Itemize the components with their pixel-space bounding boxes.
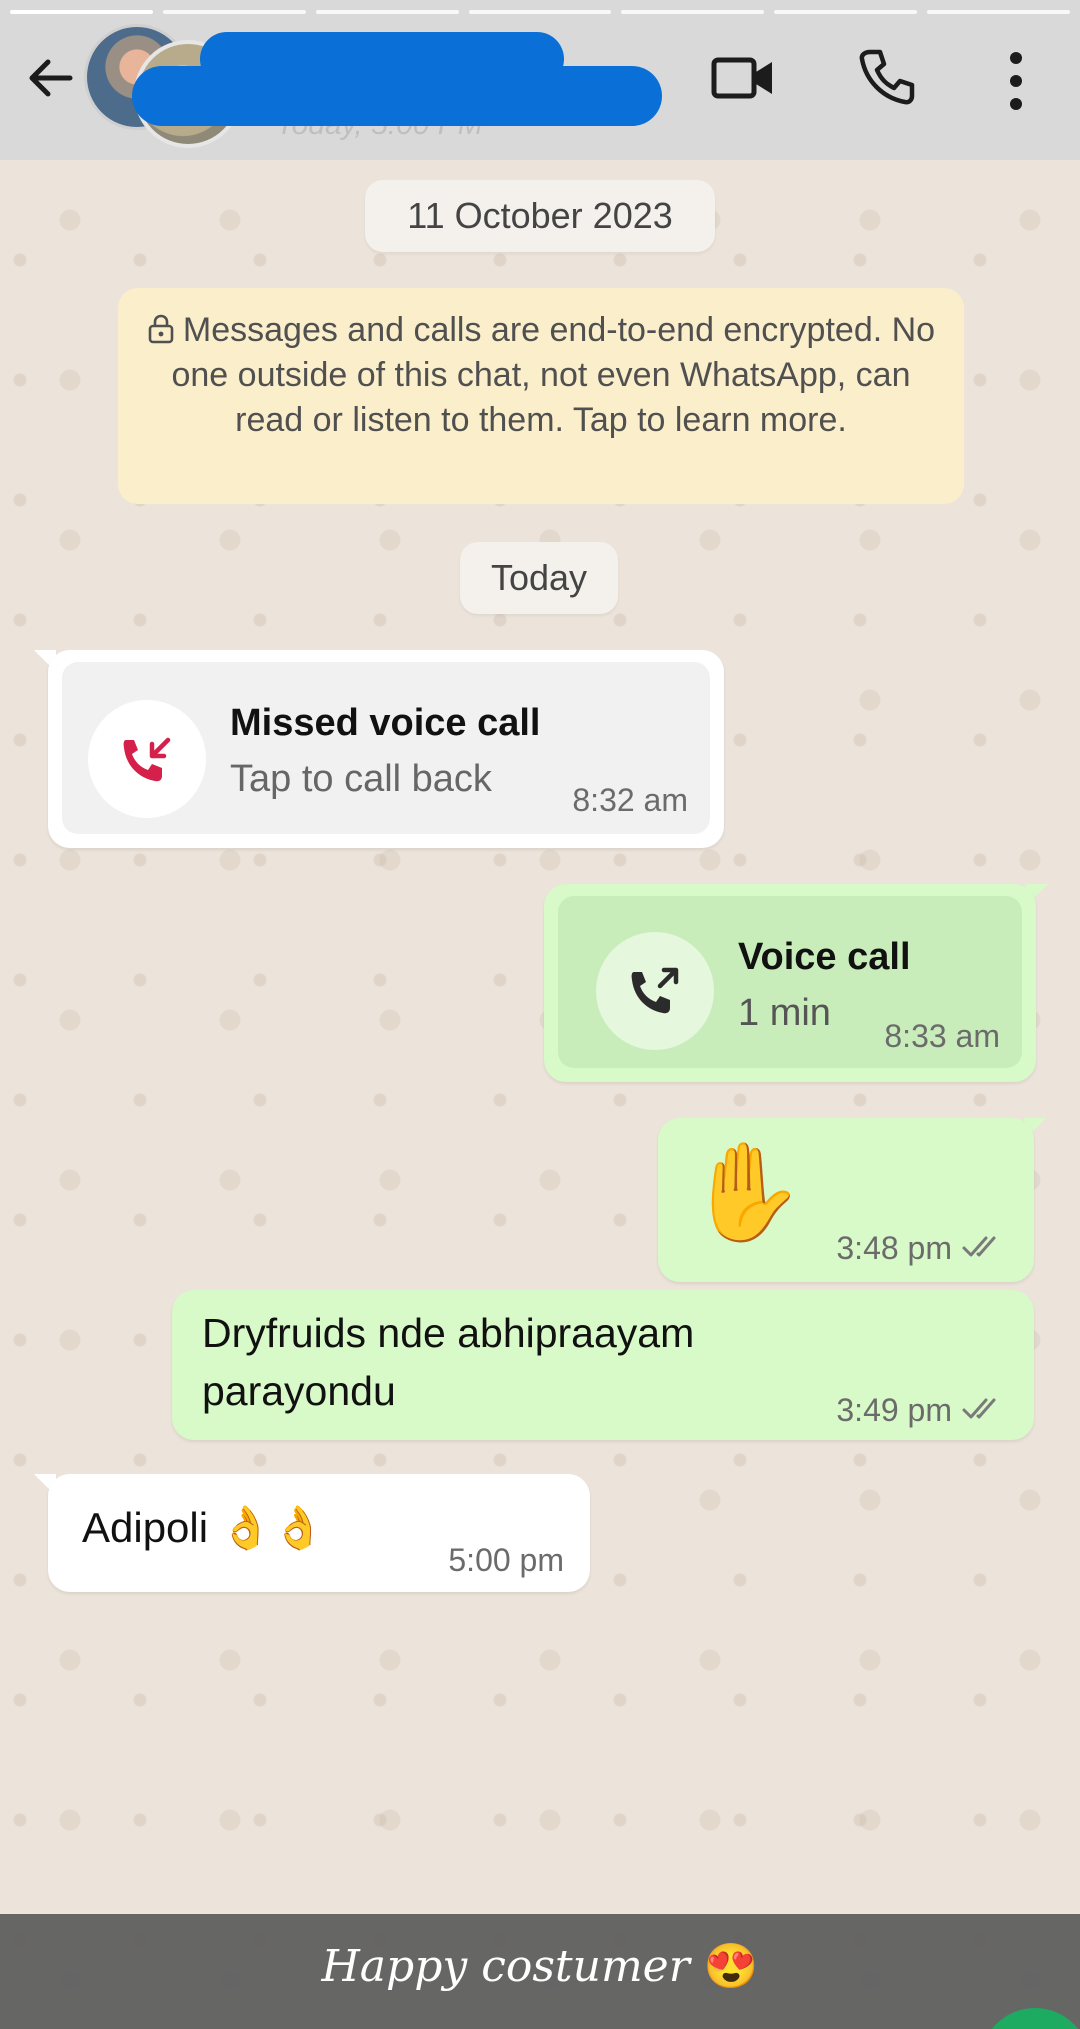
call-card: Missed voice call Tap to call back 8:32 … bbox=[62, 662, 710, 834]
caption-text: Happy costumer bbox=[321, 1941, 690, 1992]
message-time: 5:00 pm bbox=[448, 1542, 564, 1578]
status-progress-bars bbox=[10, 10, 1071, 14]
date-chip: 11 October 2023 bbox=[365, 180, 715, 252]
call-icon-circle bbox=[596, 932, 714, 1050]
message-text: Dryfruids nde abhipraayam parayondu bbox=[202, 1310, 695, 1414]
status-caption: Happy costumer 😍 bbox=[0, 1940, 1080, 1992]
read-receipt-icon bbox=[962, 1398, 996, 1419]
text-message[interactable]: Adipoli 👌👌 5:00 pm bbox=[48, 1474, 590, 1592]
video-call-icon[interactable] bbox=[710, 48, 778, 108]
voice-call-message[interactable]: Voice call 1 min 8:33 am bbox=[544, 884, 1036, 1082]
call-duration: 1 min bbox=[738, 992, 831, 1034]
today-chip: Today bbox=[460, 542, 618, 614]
back-arrow-icon[interactable] bbox=[22, 50, 78, 106]
missed-call-message[interactable]: Missed voice call Tap to call back 8:32 … bbox=[48, 650, 724, 848]
read-receipt-icon bbox=[962, 1236, 996, 1257]
raised-hand-emoji: ✋ bbox=[686, 1139, 806, 1246]
more-vert-icon[interactable] bbox=[996, 46, 1036, 116]
call-title: Voice call bbox=[738, 936, 911, 978]
missed-call-icon bbox=[123, 737, 171, 782]
chat-screen: Today, 5:00 PM 11 October 2023 Messages … bbox=[0, 0, 1080, 2029]
message-time: 3:48 pm bbox=[836, 1230, 952, 1266]
message-time: 8:33 am bbox=[884, 1018, 1000, 1054]
lock-icon bbox=[148, 314, 174, 344]
message-time: 3:49 pm bbox=[836, 1392, 952, 1428]
call-title: Missed voice call bbox=[230, 702, 541, 744]
chat-header: Today, 5:00 PM bbox=[0, 0, 1080, 160]
outgoing-call-icon bbox=[631, 967, 679, 1014]
message-time: 8:32 am bbox=[572, 782, 688, 818]
voice-call-icon[interactable] bbox=[856, 46, 918, 108]
call-card: Voice call 1 min 8:33 am bbox=[558, 896, 1022, 1068]
call-icon-circle bbox=[88, 700, 206, 818]
emoji-message[interactable]: ✋ 3:48 pm bbox=[658, 1118, 1034, 1282]
call-subtitle: Tap to call back bbox=[230, 758, 492, 800]
text-message[interactable]: Dryfruids nde abhipraayam parayondu 3:49… bbox=[172, 1290, 1034, 1440]
message-text: Adipoli 👌👌 bbox=[82, 1504, 325, 1551]
encryption-notice[interactable]: Messages and calls are end-to-end encryp… bbox=[118, 288, 964, 504]
heart-eyes-emoji: 😍 bbox=[703, 1941, 759, 1992]
redaction-overlay bbox=[200, 32, 564, 86]
encryption-notice-text: Messages and calls are end-to-end encryp… bbox=[171, 311, 936, 439]
